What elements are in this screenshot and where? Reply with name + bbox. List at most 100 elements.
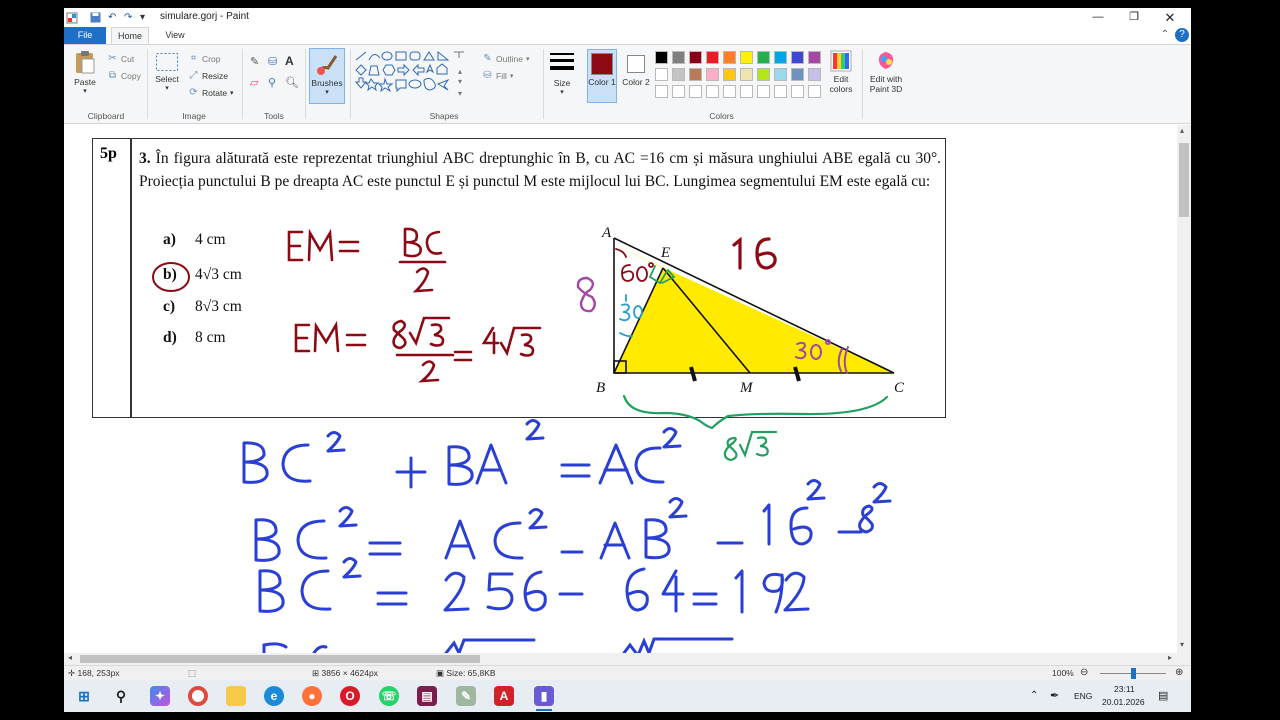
palette-swatch[interactable] bbox=[808, 51, 821, 64]
palette-swatch[interactable] bbox=[774, 68, 787, 81]
edge-icon[interactable]: e bbox=[264, 686, 284, 706]
vertical-scroll-thumb[interactable] bbox=[1179, 143, 1189, 217]
crop-button[interactable]: ⌗ Crop bbox=[188, 53, 221, 64]
palette-swatch[interactable] bbox=[740, 85, 753, 98]
palette-swatch[interactable] bbox=[740, 68, 753, 81]
outline-button[interactable]: ✎ Outline ▾ bbox=[482, 53, 529, 64]
clock-time[interactable]: 23:11 bbox=[1114, 684, 1135, 694]
color1-button[interactable]: Color 1 bbox=[587, 49, 617, 103]
palette-swatch[interactable] bbox=[723, 51, 736, 64]
chrome-icon[interactable] bbox=[188, 686, 208, 706]
palette-swatch[interactable] bbox=[757, 51, 770, 64]
magnifier-icon[interactable]: 🔍︎ bbox=[285, 76, 299, 89]
minimize-icon[interactable]: — bbox=[1080, 8, 1116, 27]
acrobat-icon[interactable]: A bbox=[494, 686, 514, 706]
cut-button[interactable]: ✂ Cut bbox=[107, 53, 134, 64]
eraser-icon[interactable]: ▱ bbox=[250, 76, 258, 89]
tab-home[interactable]: Home bbox=[111, 27, 149, 44]
fill-bucket-icon[interactable]: ⛁ bbox=[268, 55, 277, 68]
palette-swatch[interactable] bbox=[689, 51, 702, 64]
palette-swatch[interactable] bbox=[774, 85, 787, 98]
palette-swatch[interactable] bbox=[706, 51, 719, 64]
shapes-gallery[interactable]: ▴ ▾ ▾ bbox=[354, 50, 474, 100]
whatsapp-icon[interactable]: ☏ bbox=[379, 686, 399, 706]
scroll-down-icon[interactable]: ▾ bbox=[1180, 640, 1184, 649]
horizontal-scrollbar[interactable]: ◂ ▸ bbox=[64, 653, 1191, 665]
quick-access-dropdown-icon[interactable]: ▾ bbox=[140, 11, 145, 24]
save-icon[interactable] bbox=[90, 11, 101, 24]
color2-button[interactable]: Color 2 bbox=[621, 49, 651, 103]
palette-swatch[interactable] bbox=[655, 51, 668, 64]
rotate-button[interactable]: ⟳ Rotate ▾ bbox=[188, 87, 234, 98]
palette-swatch[interactable] bbox=[757, 85, 770, 98]
text-tool-icon[interactable]: A bbox=[285, 54, 294, 68]
palette-swatch[interactable] bbox=[689, 85, 702, 98]
palette-swatch[interactable] bbox=[791, 51, 804, 64]
paint-taskbar-icon[interactable]: ▮ bbox=[534, 686, 554, 706]
redo-icon[interactable]: ↷ bbox=[124, 11, 132, 24]
help-icon[interactable]: ? bbox=[1175, 28, 1189, 42]
paste-dropdown-icon[interactable]: ▾ bbox=[70, 87, 100, 95]
restore-icon[interactable]: ❐ bbox=[1116, 8, 1152, 27]
select-button[interactable]: Select ▾ bbox=[153, 52, 181, 92]
tab-view[interactable]: View bbox=[156, 27, 194, 44]
palette-swatch[interactable] bbox=[672, 68, 685, 81]
firefox-icon[interactable]: ● bbox=[302, 686, 322, 706]
close-icon[interactable]: ✕ bbox=[1152, 8, 1188, 27]
palette-swatch[interactable] bbox=[672, 85, 685, 98]
palette-swatch[interactable] bbox=[706, 68, 719, 81]
size-button[interactable]: Size ▾ bbox=[547, 50, 577, 96]
resize-button[interactable]: ⤢ Resize bbox=[188, 70, 228, 81]
palette-swatch[interactable] bbox=[740, 51, 753, 64]
file-explorer-icon[interactable] bbox=[226, 686, 246, 706]
windows-start-icon[interactable]: ⊞ bbox=[74, 686, 94, 706]
palette-swatch[interactable] bbox=[808, 68, 821, 81]
scroll-up-icon[interactable]: ▴ bbox=[1180, 126, 1184, 135]
pencil-icon[interactable]: ✎ bbox=[250, 55, 259, 68]
brushes-button[interactable]: Brushes ▾ bbox=[309, 48, 345, 104]
color-picker-icon[interactable]: ⚲ bbox=[268, 76, 276, 89]
palette-swatch[interactable] bbox=[689, 68, 702, 81]
palette-swatch[interactable] bbox=[774, 51, 787, 64]
palette-swatch[interactable] bbox=[655, 85, 668, 98]
fill-dropdown-icon[interactable]: ▾ bbox=[510, 72, 514, 80]
opera-icon[interactable]: O bbox=[340, 686, 360, 706]
copy-button[interactable]: ⧉ Copy bbox=[107, 70, 141, 81]
select-dropdown-icon[interactable]: ▾ bbox=[153, 84, 181, 92]
palette-swatch[interactable] bbox=[672, 51, 685, 64]
canvas-area[interactable]: 5p 3. În figura alăturată este reprezent… bbox=[64, 125, 1177, 653]
fill-button[interactable]: ⛁ Fill ▾ bbox=[482, 70, 513, 81]
brushes-dropdown-icon[interactable]: ▾ bbox=[310, 88, 344, 96]
palette-swatch[interactable] bbox=[791, 85, 804, 98]
copilot-icon[interactable]: ✦ bbox=[150, 686, 170, 706]
notepad-icon[interactable]: ✎ bbox=[456, 686, 476, 706]
scroll-right-icon[interactable]: ▸ bbox=[1168, 653, 1172, 662]
tray-expand-icon[interactable]: ⌃ bbox=[1030, 690, 1038, 701]
notifications-icon[interactable]: ▤ bbox=[1158, 689, 1168, 702]
paste-button[interactable]: Paste ▾ bbox=[70, 49, 100, 95]
rotate-dropdown-icon[interactable]: ▾ bbox=[230, 89, 234, 97]
palette-swatch[interactable] bbox=[706, 85, 719, 98]
clock-date[interactable]: 20.01.2026 bbox=[1102, 697, 1145, 707]
palette-swatch[interactable] bbox=[723, 68, 736, 81]
palette-swatch[interactable] bbox=[723, 85, 736, 98]
pen-icon[interactable]: ✒ bbox=[1050, 689, 1059, 702]
winrar-icon[interactable]: ▤ bbox=[417, 686, 437, 706]
palette-swatch[interactable] bbox=[655, 68, 668, 81]
palette-swatch[interactable] bbox=[808, 85, 821, 98]
input-language[interactable]: ENG bbox=[1074, 691, 1092, 701]
zoom-out-icon[interactable]: ⊖ bbox=[1080, 667, 1088, 678]
zoom-slider-thumb[interactable] bbox=[1131, 668, 1136, 679]
outline-dropdown-icon[interactable]: ▾ bbox=[526, 55, 530, 63]
collapse-ribbon-icon[interactable]: ⌃ bbox=[1158, 28, 1172, 42]
edit-with-paint3d-button[interactable]: Edit with Paint 3D bbox=[865, 50, 907, 94]
zoom-in-icon[interactable]: ⊕ bbox=[1175, 667, 1183, 678]
palette-swatch[interactable] bbox=[757, 68, 770, 81]
undo-icon[interactable]: ↶ bbox=[108, 11, 116, 24]
scroll-left-icon[interactable]: ◂ bbox=[68, 653, 72, 662]
vertical-scrollbar[interactable]: ▴ ▾ bbox=[1177, 125, 1191, 653]
tab-file[interactable]: File bbox=[64, 27, 106, 44]
size-dropdown-icon[interactable]: ▾ bbox=[547, 88, 577, 96]
edit-colors-button[interactable]: Edit colors bbox=[824, 50, 858, 94]
horizontal-scroll-thumb[interactable] bbox=[80, 655, 480, 663]
